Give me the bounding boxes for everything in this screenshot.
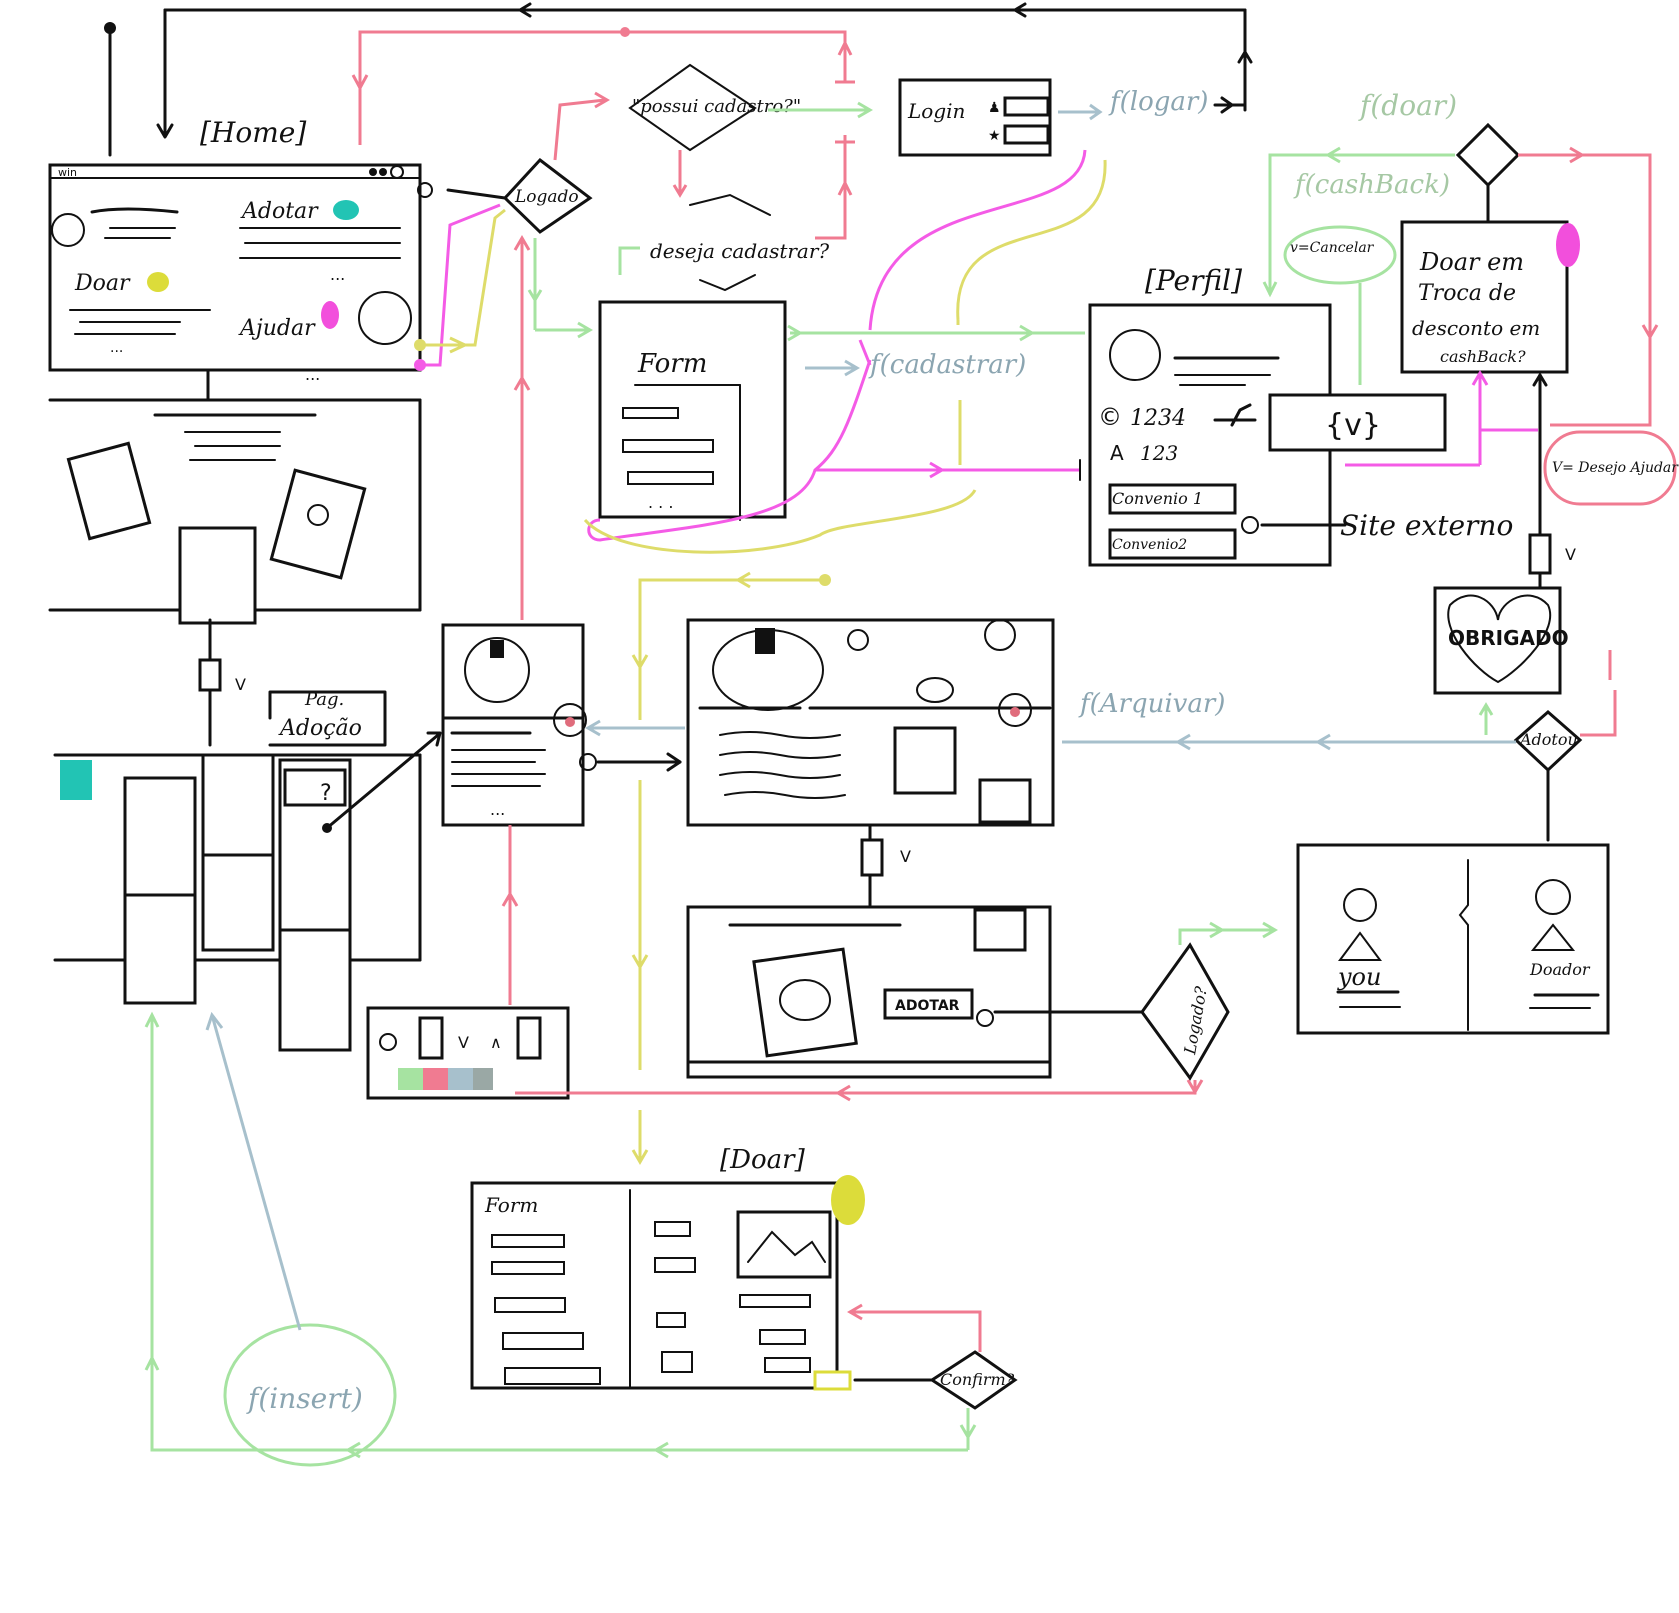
flow-diagram: [Home] win Adotar ... Doar ... Ajudar ..… <box>48 2 1679 1467</box>
form-cadastro-screen: Form . . . <box>598 300 787 521</box>
login-user-field[interactable] <box>1003 96 1050 117</box>
obrigado-screen: OBRIGADO <box>1433 586 1612 695</box>
logado-decision: Logado <box>446 157 593 234</box>
pet-detail-screen: f(Arquivar) V <box>686 618 1225 907</box>
svg-text:V= Desejo Ajudar: V= Desejo Ajudar <box>1552 460 1679 476</box>
doc-icon-1 <box>198 658 222 692</box>
pet-card: ... <box>441 623 685 1005</box>
svg-text:Doar em: Doar em <box>1419 248 1524 276</box>
login-box: Login ♟ ★ f(logar) <box>898 78 1247 157</box>
svg-text:cashBack?: cashBack? <box>1440 347 1526 366</box>
obrigado-label: OBRIGADO <box>1448 626 1569 650</box>
doar-marker <box>147 272 169 292</box>
svg-text:ADOTAR: ADOTAR <box>895 998 960 1014</box>
svg-text:Confirm?: Confirm? <box>940 1370 1015 1389</box>
svg-text:"possui cadastro?": "possui cadastro?" <box>632 96 801 117</box>
svg-text:Logado: Logado <box>514 187 579 207</box>
adocao-page: Pag. Adoção ? <box>53 689 442 1052</box>
doar-submit-button[interactable] <box>813 1370 852 1391</box>
doar-page-title: [Doar] <box>720 1145 806 1175</box>
you-label: you <box>1337 963 1381 991</box>
doc-icon-2 <box>1528 533 1552 575</box>
doc-icon-4 <box>516 1016 542 1060</box>
frog-photo <box>752 947 858 1058</box>
f-arquivar-label: f(Arquivar) <box>1078 689 1225 719</box>
form-title: Form <box>637 349 707 379</box>
doar-page-marker <box>831 1175 865 1225</box>
adocao-card-1[interactable] <box>123 776 197 1005</box>
doc-icon-5 <box>860 838 884 877</box>
svg-text:...: ... <box>490 800 505 819</box>
svg-text:{v}: {v} <box>1325 408 1381 443</box>
perfil-saldo-2: 123 <box>1140 441 1178 465</box>
photo-card-2 <box>178 526 257 625</box>
deseja-cadastrar-decision: deseja cadastrar? <box>618 193 829 292</box>
svg-text:deseja cadastrar?: deseja cadastrar? <box>650 239 829 263</box>
f-logar-label: f(logar) <box>1108 87 1208 117</box>
svg-text:?: ? <box>320 781 332 806</box>
svg-text:f(doar): f(doar) <box>1358 89 1457 122</box>
svg-text:V: V <box>900 847 911 866</box>
f-cadastrar-label: f(cadastrar) <box>868 350 1026 380</box>
f-insert-label: f(insert) <box>246 1382 363 1415</box>
svg-text:V: V <box>458 1033 469 1052</box>
adotar-screen: ADOTAR <box>686 905 1144 1079</box>
svg-text:∧: ∧ <box>490 1033 502 1052</box>
home-gallery-panel <box>48 398 422 625</box>
svg-text:v=Cancelar: v=Cancelar <box>1290 240 1375 256</box>
svg-text:A: A <box>1110 441 1124 465</box>
svg-text:Troca de: Troca de <box>1418 281 1516 306</box>
adocao-card-2[interactable] <box>201 753 275 952</box>
svg-text:V: V <box>235 675 246 694</box>
logado-q-decision: Logado? <box>1140 921 1278 1081</box>
desejo-ajudar-note: V= Desejo Ajudar <box>1543 430 1679 506</box>
doador-label: Doador <box>1529 960 1591 979</box>
photo-card-1 <box>66 441 152 541</box>
perfil-saldo-1: 1234 <box>1130 406 1186 431</box>
adocao-logo-marker <box>60 760 92 800</box>
svg-text:V: V <box>1565 545 1576 564</box>
svg-text:♟: ♟ <box>988 100 1001 116</box>
home-title: [Home] <box>200 116 306 149</box>
perfil-title: [Perfil] <box>1145 264 1242 297</box>
home-screen: [Home] win Adotar ... Doar ... Ajudar ..… <box>48 116 433 402</box>
svg-text:Convenio 1: Convenio 1 <box>1112 489 1203 508</box>
svg-text:. . .: . . . <box>648 493 673 512</box>
adotar-marker <box>333 200 359 220</box>
site-externo-label: Site externo <box>1340 509 1513 542</box>
home-adotar-link[interactable]: Adotar <box>240 199 319 224</box>
ajudar-marker <box>321 301 339 329</box>
svg-text:Adotou: Adotou <box>1518 730 1578 749</box>
svg-text:Convenio2: Convenio2 <box>1112 537 1187 553</box>
ajudar-marker-2 <box>1556 223 1580 267</box>
red-top-loop <box>351 27 855 240</box>
svg-text:©: © <box>1098 403 1122 431</box>
doar-page: [Doar] Form <box>470 1145 937 1391</box>
svg-text:Adoção: Adoção <box>278 716 362 741</box>
doc-icon-3 <box>418 1016 444 1060</box>
login-title: Login <box>907 99 965 123</box>
home-doar-link[interactable]: Doar <box>74 271 131 296</box>
svg-text:...: ... <box>305 365 320 384</box>
svg-text:desconto em: desconto em <box>1412 316 1540 340</box>
match-screen: you Doador <box>1296 843 1610 1035</box>
top-return-line <box>156 2 1253 139</box>
svg-text:★: ★ <box>988 128 1001 144</box>
home-ajudar-link[interactable]: Ajudar <box>238 316 316 341</box>
possui-cadastro-decision: "possui cadastro?" <box>628 63 873 198</box>
svg-text:f(cashBack): f(cashBack) <box>1293 170 1450 200</box>
svg-text:...: ... <box>330 265 345 284</box>
form-doar-title: Form <box>484 1193 538 1217</box>
login-password-field[interactable] <box>1003 124 1050 145</box>
win-label: win <box>58 166 77 179</box>
svg-text:...: ... <box>110 340 123 356</box>
